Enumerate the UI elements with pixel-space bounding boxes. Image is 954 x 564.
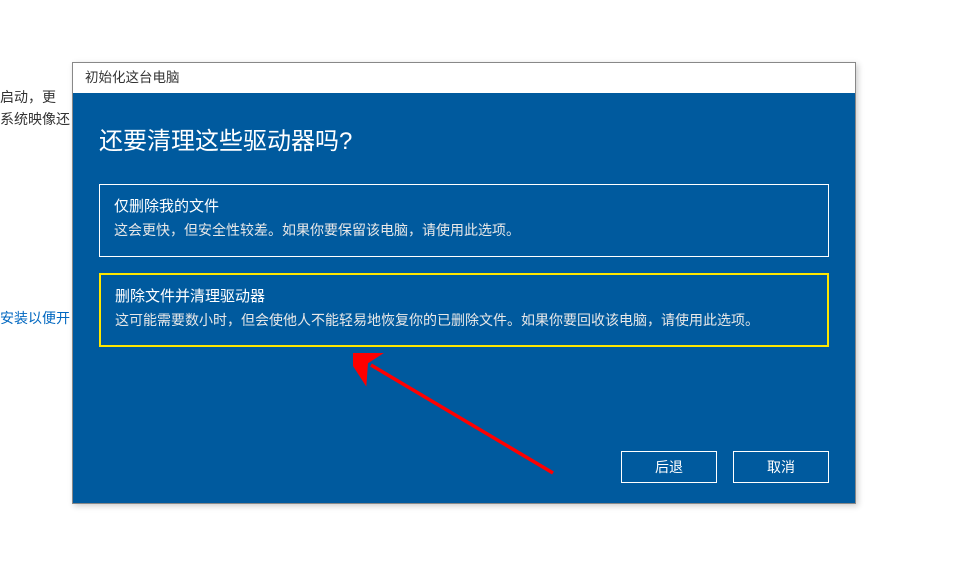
- annotation-arrow-icon: [353, 353, 573, 483]
- background-text-line1: 启动，更: [0, 86, 56, 108]
- dialog-heading: 还要清理这些驱动器吗?: [99, 121, 829, 156]
- option-clean-drive[interactable]: 删除文件并清理驱动器 这可能需要数小时，但会使他人不能轻易地恢复你的已删除文件。…: [99, 273, 829, 348]
- dialog-titlebar: 初始化这台电脑: [73, 63, 855, 93]
- dialog-title: 初始化这台电脑: [85, 70, 180, 85]
- option-just-remove-files[interactable]: 仅删除我的文件 这会更快，但安全性较差。如果你要保留该电脑，请使用此选项。: [99, 184, 829, 257]
- dialog-actions: 后退 取消: [621, 451, 829, 483]
- option-clean-drive-title: 删除文件并清理驱动器: [115, 285, 813, 306]
- background-link[interactable]: 安装以便开: [0, 308, 70, 328]
- dialog-body: 还要清理这些驱动器吗? 仅删除我的文件 这会更快，但安全性较差。如果你要保留该电…: [73, 93, 855, 503]
- option-just-remove-files-desc: 这会更快，但安全性较差。如果你要保留该电脑，请使用此选项。: [114, 220, 814, 242]
- background-text-line2: 系统映像还: [0, 108, 70, 130]
- cancel-button[interactable]: 取消: [733, 451, 829, 483]
- option-just-remove-files-title: 仅删除我的文件: [114, 195, 814, 216]
- option-clean-drive-desc: 这可能需要数小时，但会使他人不能轻易地恢复你的已删除文件。如果你要回收该电脑，请…: [115, 310, 813, 332]
- reset-pc-dialog: 初始化这台电脑 还要清理这些驱动器吗? 仅删除我的文件 这会更快，但安全性较差。…: [72, 62, 856, 504]
- back-button[interactable]: 后退: [621, 451, 717, 483]
